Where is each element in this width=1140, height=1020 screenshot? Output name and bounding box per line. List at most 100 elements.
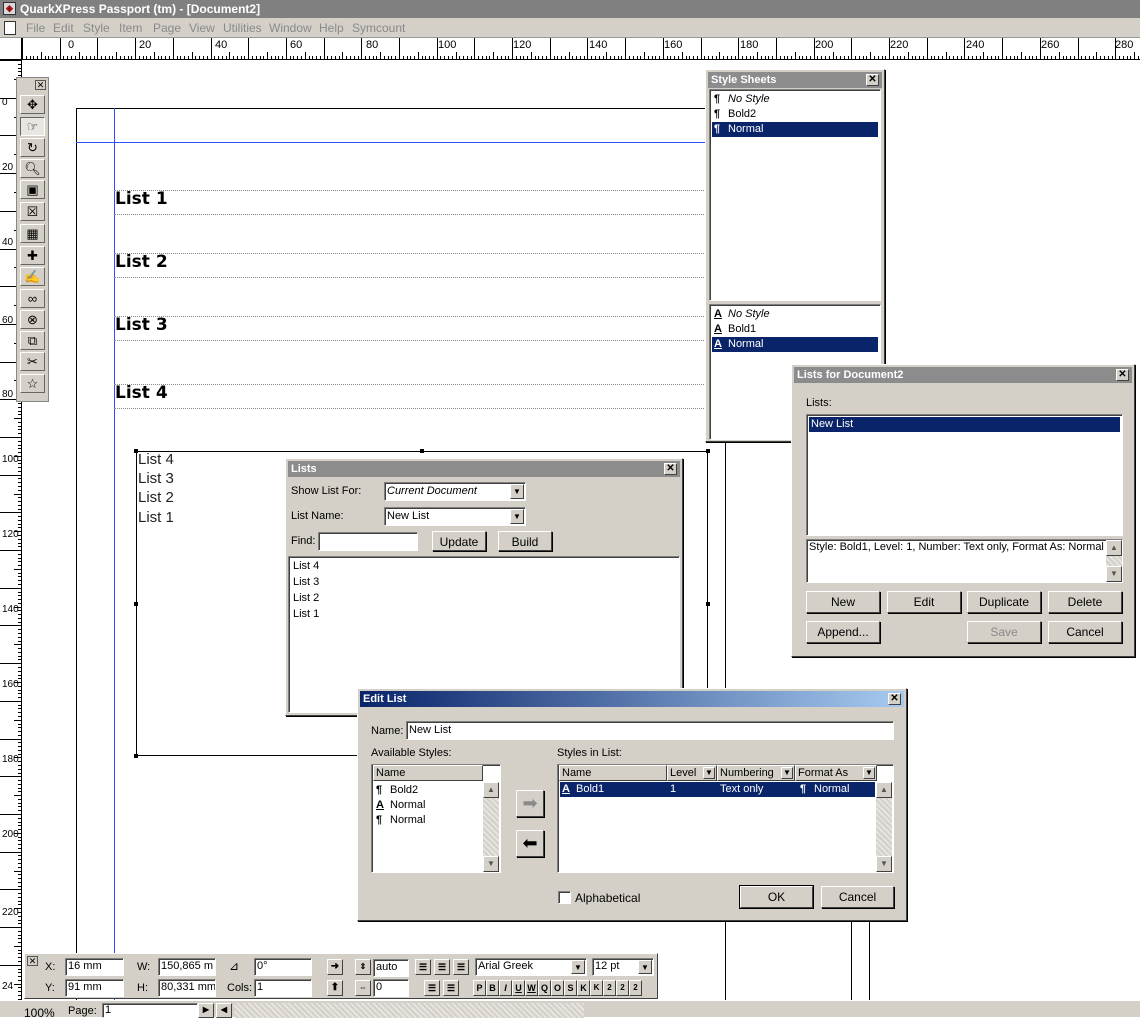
align-left-icon[interactable]: ☰ — [415, 959, 431, 975]
horizontal-scrollbar[interactable] — [234, 1003, 584, 1018]
content-tool-icon[interactable]: ☞ — [20, 117, 45, 136]
x-position-input[interactable]: 16 mm — [65, 958, 124, 976]
align-center-icon[interactable]: ☰ — [434, 959, 450, 975]
scissors-frame-icon[interactable]: ⧉ — [20, 331, 45, 350]
quark-app-icon[interactable]: ◈ — [3, 2, 16, 15]
align-justify-icon[interactable]: ☰ — [424, 980, 440, 996]
star-tool-icon[interactable]: ☆ — [20, 374, 45, 393]
style-bold-button[interactable]: B — [486, 980, 499, 996]
style-row[interactable]: ¶ No Style — [712, 92, 878, 107]
arrow-up-icon[interactable]: ⬆ — [327, 980, 343, 996]
page-number-input[interactable]: 1 — [102, 1003, 198, 1018]
style-row-selected[interactable]: ¶ Normal — [712, 122, 878, 137]
scroll-down-icon[interactable]: ▼ — [1106, 566, 1122, 582]
chevron-down-icon[interactable]: ▼ — [863, 767, 875, 779]
tracking-input[interactable]: 0 — [373, 979, 409, 997]
scroll-left-icon[interactable]: ◀ — [216, 1003, 232, 1018]
document-icon[interactable] — [4, 21, 16, 35]
style-superior-button[interactable]: 2 — [629, 980, 642, 996]
leading-input[interactable]: auto — [373, 959, 409, 977]
align-right-icon[interactable]: ☰ — [453, 959, 469, 975]
menu-style[interactable]: Style — [83, 21, 110, 35]
column-header-level[interactable]: Level ▼ — [667, 765, 717, 781]
duplicate-button[interactable]: Duplicate — [967, 591, 1041, 613]
font-select[interactable]: Arial Greek ▼ — [475, 958, 587, 976]
style-row[interactable]: A Bold1 — [712, 322, 878, 337]
find-input[interactable] — [318, 532, 418, 551]
text-path-tool-icon[interactable]: ✍ — [20, 267, 45, 286]
width-input[interactable]: 150,865 m — [158, 958, 216, 976]
scrollbar[interactable]: ▲ ▼ — [876, 782, 892, 872]
close-icon[interactable]: ✕ — [27, 956, 38, 966]
resize-handle[interactable] — [706, 602, 710, 606]
list-item[interactable]: List 3 — [291, 575, 677, 590]
menu-symcount[interactable]: Symcount — [352, 21, 405, 35]
menu-window[interactable]: Window — [269, 21, 312, 35]
align-forced-icon[interactable]: ☰ — [443, 980, 459, 996]
resize-handle[interactable] — [134, 602, 138, 606]
heading-list-3[interactable]: List 3 — [115, 315, 168, 335]
style-word-underline-button[interactable]: W — [525, 980, 538, 996]
available-style-row[interactable]: ¶ Normal — [374, 813, 482, 828]
append-button[interactable]: Append... — [806, 621, 880, 643]
scroll-up-icon[interactable]: ▲ — [876, 782, 892, 798]
rotation-tool-icon[interactable]: ↻ — [20, 138, 45, 157]
alphabetical-checkbox[interactable] — [558, 891, 571, 904]
resize-handle[interactable] — [706, 449, 710, 453]
y-position-input[interactable]: 91 mm — [65, 979, 124, 997]
delete-button[interactable]: Delete — [1048, 591, 1122, 613]
scroll-down-icon[interactable]: ▼ — [483, 856, 499, 872]
close-icon[interactable]: ✕ — [1116, 369, 1129, 381]
style-row[interactable]: ¶ Bold2 — [712, 107, 878, 122]
list-item-selected[interactable]: New List — [809, 417, 1120, 432]
heading-list-2[interactable]: List 2 — [115, 252, 168, 272]
cancel-button[interactable]: Cancel — [1048, 621, 1122, 643]
heading-list-1[interactable]: List 1 — [115, 189, 168, 209]
menu-help[interactable]: Help — [319, 21, 344, 35]
list-name-select[interactable]: New List ▼ — [384, 507, 526, 526]
row-format-as[interactable]: ¶ Normal — [800, 782, 849, 797]
ok-button[interactable]: OK — [739, 885, 814, 909]
table-row[interactable]: A Bold1 1 Text only ¶ Normal — [560, 782, 875, 797]
build-button[interactable]: Build — [498, 531, 552, 551]
menu-item[interactable]: Item — [119, 21, 142, 35]
update-button[interactable]: Update — [432, 531, 486, 551]
row-level[interactable]: 1 — [670, 782, 676, 797]
style-strikethrough-button[interactable]: Q — [538, 980, 551, 996]
tracking-stepper-icon[interactable]: ⇔ — [355, 980, 371, 996]
scroll-up-icon[interactable]: ▲ — [483, 782, 499, 798]
menu-utilities[interactable]: Utilities — [223, 21, 262, 35]
chevron-down-icon[interactable]: ▼ — [781, 767, 793, 779]
font-size-select[interactable]: 12 pt ▼ — [592, 958, 654, 976]
style-subscript-button[interactable]: 2 — [616, 980, 629, 996]
new-button[interactable]: New — [806, 591, 880, 613]
lists-listbox[interactable]: New List — [806, 414, 1123, 536]
zoom-level[interactable]: 100% — [24, 1006, 55, 1020]
column-header-numbering[interactable]: Numbering ▼ — [717, 765, 795, 781]
style-superscript-button[interactable]: 2 — [603, 980, 616, 996]
style-all-caps-button[interactable]: K — [577, 980, 590, 996]
close-icon[interactable]: ✕ — [35, 80, 46, 90]
chevron-down-icon[interactable]: ▼ — [510, 484, 524, 499]
close-icon[interactable]: ✕ — [888, 693, 901, 705]
save-button[interactable]: Save — [967, 621, 1041, 643]
style-plain-button[interactable]: P — [473, 980, 486, 996]
scrollbar[interactable]: ▲ ▼ — [483, 782, 499, 872]
horizontal-ruler[interactable]: 0 20 40 60 80 100 120 140 160 180 200 22… — [22, 38, 1140, 60]
linking-tool-icon[interactable]: ∞ — [20, 289, 45, 308]
style-row[interactable]: A No Style — [712, 307, 878, 322]
resize-handle[interactable] — [134, 754, 138, 758]
chevron-down-icon[interactable]: ▼ — [638, 960, 652, 974]
style-shadow-button[interactable]: S — [564, 980, 577, 996]
chevron-down-icon[interactable]: ▼ — [510, 509, 524, 524]
arrow-right-icon[interactable]: ➜ — [327, 959, 343, 975]
list-name-input[interactable]: New List — [406, 721, 894, 740]
leading-stepper-icon[interactable]: ⇕ — [355, 959, 371, 975]
table-tool-icon[interactable]: ▦ — [20, 224, 45, 243]
show-list-for-select[interactable]: Current Document ▼ — [384, 482, 526, 501]
paragraph-styles-list[interactable]: ¶ No Style ¶ Bold2 ¶ Normal — [709, 89, 881, 301]
height-input[interactable]: 80,331 mm — [158, 979, 216, 997]
item-tool-icon[interactable]: ✥ — [20, 95, 45, 114]
list-item[interactable]: List 4 — [291, 559, 677, 574]
ruler-origin[interactable] — [0, 38, 22, 60]
